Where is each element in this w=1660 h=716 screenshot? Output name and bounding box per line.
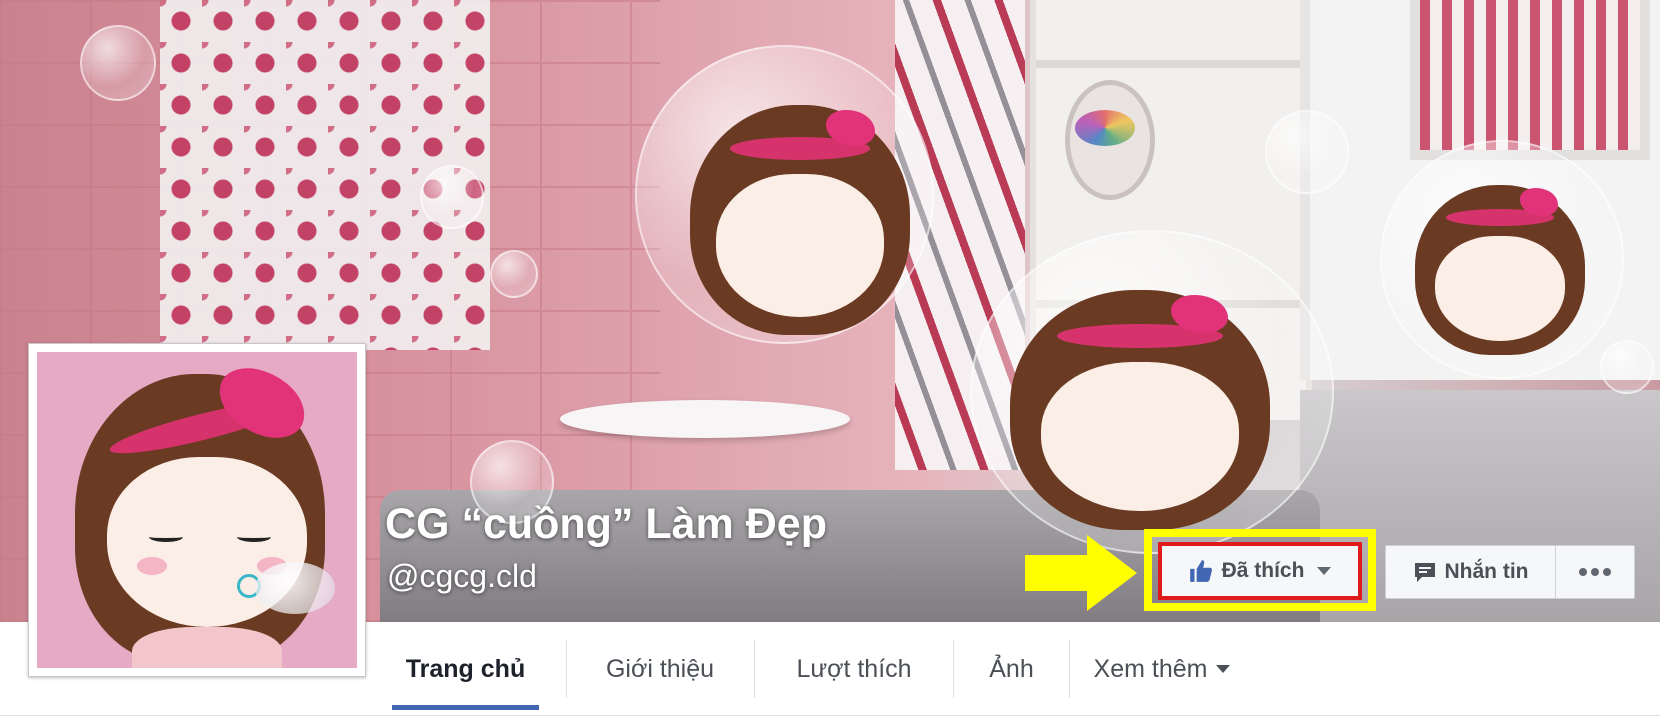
bubble: [490, 250, 538, 298]
tab-see-more[interactable]: Xem thêm: [1070, 640, 1255, 698]
tab-label: Ảnh: [989, 654, 1034, 683]
page-handle[interactable]: @cgcg.cld: [387, 558, 537, 595]
side-table: [560, 400, 850, 438]
thumbs-up-icon: [1189, 560, 1212, 582]
tab-home[interactable]: Trang chủ: [392, 640, 539, 698]
tab-label: Xem thêm: [1093, 654, 1208, 683]
more-options-button[interactable]: [1556, 546, 1634, 598]
bubble: [1265, 110, 1349, 194]
page-title[interactable]: CG “cuồng” Làm Đẹp: [385, 500, 827, 549]
profile-picture[interactable]: [28, 343, 366, 677]
tab-photos[interactable]: Ảnh: [954, 640, 1069, 698]
chat-bubble-icon: [1414, 563, 1435, 582]
bubble: [1600, 340, 1654, 394]
profile-image: [37, 352, 357, 668]
bubble: [420, 165, 484, 229]
caret-down-icon: [1216, 665, 1231, 673]
message-button[interactable]: Nhắn tin: [1386, 546, 1556, 598]
tab-likes[interactable]: Lượt thích: [755, 640, 953, 698]
window-curtain: [1410, 0, 1650, 160]
caret-down-icon: [1317, 567, 1332, 575]
page-action-group: Nhắn tin: [1385, 545, 1635, 599]
bubble: [80, 25, 156, 101]
active-tab-indicator: [392, 705, 539, 710]
more-dots-icon: [1579, 568, 1611, 576]
tab-label: Giới thiệu: [605, 654, 715, 683]
tab-label: Trang chủ: [405, 654, 526, 683]
yellow-arrow-icon: [1025, 535, 1137, 611]
liked-button-label: Đã thích: [1221, 559, 1305, 582]
cartoon-girl-mask: [690, 105, 910, 335]
liked-button[interactable]: Đã thích: [1158, 542, 1362, 600]
mirror-logo: [1075, 110, 1135, 146]
tab-label: Lượt thích: [796, 654, 912, 683]
tab-about[interactable]: Giới thiệu: [567, 640, 753, 698]
message-button-label: Nhắn tin: [1444, 560, 1529, 583]
cartoon-girl-spray: [1415, 185, 1585, 355]
cartoon-girl-wink: [1010, 290, 1270, 530]
